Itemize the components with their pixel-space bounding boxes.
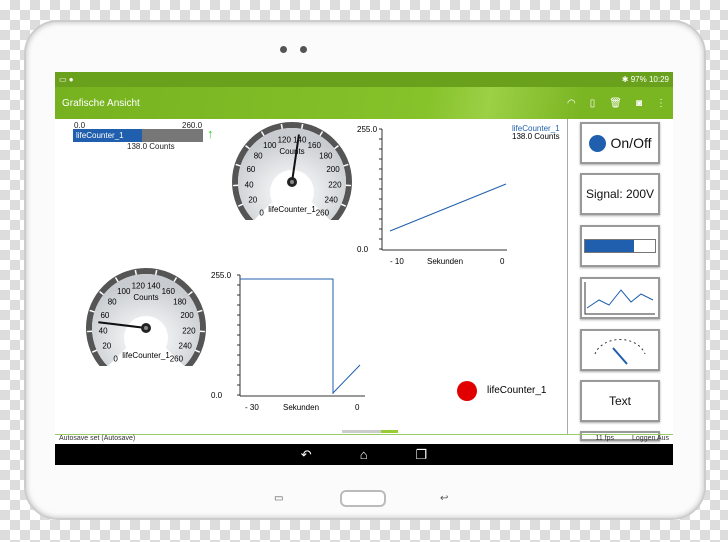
- gauge-bottom: 020 40 60 80100120 140160180 200 220 240 260 Coun…: [86, 268, 206, 366]
- gauge-top: 020406080100120 140160180200220240260Coun…: [232, 122, 352, 220]
- x-label: Sekunden: [427, 257, 463, 266]
- nav-bar: ↶ ⌂ ❐: [55, 444, 673, 465]
- sensor-dot: [300, 46, 307, 53]
- back-icon[interactable]: ↶: [301, 447, 312, 463]
- notification-icons: ▭ ●: [59, 75, 74, 84]
- gauge-tick-label: 60: [246, 165, 255, 174]
- gauge-tick-label: 260: [170, 354, 184, 363]
- led-indicator[interactable]: [457, 381, 477, 401]
- text-label: Text: [608, 394, 631, 408]
- battery-level: 97%: [630, 75, 647, 84]
- gauge-tick-label: 0: [259, 208, 264, 217]
- y-min: 0.0: [357, 245, 369, 254]
- page-indicator: [342, 430, 398, 433]
- camera-icon[interactable]: ◙: [636, 98, 642, 109]
- gauge-tick-label: 240: [179, 342, 193, 351]
- wifi-icon[interactable]: ◠: [567, 98, 576, 109]
- x-tick: - 10: [390, 257, 404, 266]
- bar-label: lifeCounter_1: [76, 131, 124, 140]
- gauge-unit: Counts: [279, 147, 304, 156]
- led-label: lifeCounter_1: [487, 385, 547, 396]
- gauge-tick-label: 200: [180, 311, 194, 320]
- screen: ▭ ● ✱ 97% 10:29 Grafische Ansicht ◠ ▯ 🗑︎…: [55, 72, 673, 465]
- gauge-tick-label: 80: [108, 297, 117, 306]
- x-label: Sekunden: [283, 403, 319, 412]
- gauge-tick-label: 180: [319, 151, 333, 160]
- signal-label: Signal: 200V: [585, 187, 655, 201]
- more-vert-icon[interactable]: ⋮: [656, 98, 666, 109]
- onoff-label: On/Off: [610, 135, 652, 151]
- home-icon[interactable]: ⌂: [360, 447, 368, 462]
- gauge-tick-label: 140: [293, 136, 307, 145]
- gauge-tick-label: 20: [248, 196, 257, 205]
- logging-status[interactable]: Loggen Aus: [632, 435, 669, 444]
- palette-signal[interactable]: Signal: 200V: [580, 173, 660, 215]
- sd-card-icon[interactable]: ▯: [590, 98, 596, 109]
- gauge-tick-label: 140: [147, 282, 161, 291]
- status-bar: ▭ ● ✱ 97% 10:29: [55, 72, 673, 87]
- gauge-tick-label: 100: [263, 141, 277, 150]
- gauge-label: lifeCounter_1: [122, 351, 170, 360]
- x-tick: 0: [500, 257, 505, 266]
- palette-gauge[interactable]: [580, 329, 660, 371]
- gauge-tick-label: 160: [308, 141, 322, 150]
- series-line: [332, 364, 361, 394]
- gauge-label: lifeCounter_1: [268, 205, 316, 214]
- gauge-tick-label: 40: [99, 327, 108, 336]
- clock: 10:29: [648, 75, 669, 84]
- palette-text[interactable]: Text: [580, 380, 660, 422]
- gauge-tick-label: 200: [326, 165, 340, 174]
- y-min: 0.0: [211, 391, 223, 400]
- palette-chart[interactable]: [580, 277, 660, 319]
- y-max: 255.0: [357, 125, 378, 134]
- chart-bottom: 255.0 0.0 - 30 0 Sekunden: [211, 271, 365, 412]
- recents-icon[interactable]: ❐: [416, 447, 428, 463]
- progress-bar[interactable]: lifeCounter_1: [73, 129, 203, 142]
- camera-dot: [280, 46, 287, 53]
- y-max: 255.0: [211, 271, 232, 280]
- footer-bar: Autosave set (Autosave) 11 fps Loggen Au…: [55, 434, 673, 444]
- gauge-tick-label: 160: [162, 287, 176, 296]
- page-title: Grafische Ansicht: [62, 97, 140, 109]
- x-tick: 0: [355, 403, 360, 412]
- gauge-tick-label: 100: [117, 287, 131, 296]
- gauge-tick-label: 240: [325, 196, 339, 205]
- gauge-tick-label: 60: [100, 311, 109, 320]
- trash-icon[interactable]: 🗑︎: [609, 98, 622, 109]
- home-hardware-button[interactable]: [340, 490, 386, 507]
- autosave-status: Autosave set (Autosave): [59, 435, 136, 442]
- palette-onoff[interactable]: On/Off: [580, 122, 660, 164]
- palette-bar[interactable]: [580, 225, 660, 267]
- arrow-up-icon: ↑: [207, 126, 214, 141]
- legend-value: 138.0 Counts: [512, 132, 560, 141]
- gauge-tick-label: 20: [102, 342, 111, 351]
- gauge-tick-label: 0: [113, 354, 118, 363]
- gauge-tick-label: 220: [182, 327, 196, 336]
- app-bar: Grafische Ansicht ◠ ▯ 🗑︎ ◙ ⋮: [55, 87, 673, 119]
- menu-key-icon[interactable]: ▭: [274, 493, 283, 504]
- gauge-tick-label: 260: [316, 208, 330, 217]
- bar-value: 138.0 Counts: [127, 142, 175, 151]
- back-key-icon[interactable]: ↩: [440, 493, 448, 504]
- gauge-tick-label: 40: [245, 181, 254, 190]
- gauge-tick-label: 120: [132, 282, 146, 291]
- chart-top: 255.0 0.0 - 10 0 Sekunden lifeCounter_1 …: [357, 124, 560, 266]
- x-tick: - 30: [245, 403, 259, 412]
- gauge-tick-label: 120: [278, 136, 292, 145]
- fps: 11 fps: [595, 435, 615, 442]
- palette-divider: [567, 119, 568, 434]
- gauge-unit: Counts: [133, 293, 158, 302]
- series-line: [389, 183, 507, 232]
- gauge-tick-label: 80: [254, 151, 263, 160]
- gauge-tick-label: 180: [173, 297, 187, 306]
- bluetooth-icon: ✱: [621, 75, 631, 84]
